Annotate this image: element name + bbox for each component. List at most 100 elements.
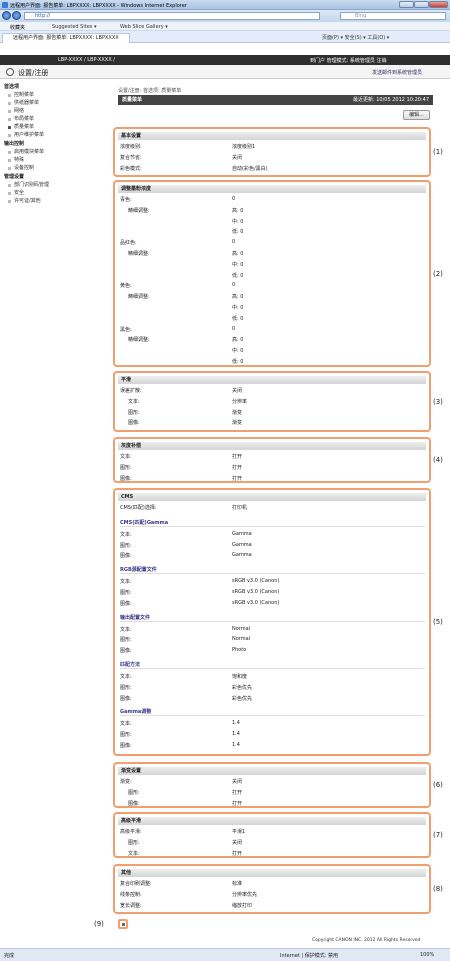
mail-admin-link[interactable]: 发送邮件到系统管理员 (372, 69, 422, 76)
sidebar-item[interactable]: 质量菜单 (4, 123, 100, 131)
setting-label: 图像: (120, 553, 132, 560)
close-button[interactable] (429, 1, 448, 8)
setting-label: 图形: (120, 732, 132, 739)
setting-value: 低: 0 (232, 315, 244, 322)
back-icon[interactable] (2, 11, 11, 20)
setting-value: 高: 0 (232, 251, 244, 257)
setting-value: 彩色优先 (232, 695, 253, 702)
setting-label: 图形: (128, 839, 140, 846)
page-header: 设置/注册 发送邮件到系统管理员 (0, 65, 450, 79)
setting-label: 文本: (120, 579, 132, 586)
edit-button[interactable]: 编辑... (403, 110, 430, 120)
zoom-level[interactable]: 100% (420, 952, 434, 958)
setting-value: 关闭 (232, 388, 243, 394)
settings-gear-icon (6, 68, 14, 76)
setting-value: 低: 0 (232, 229, 244, 236)
sidebar-item[interactable]: 控制菜单 (4, 91, 100, 99)
setting-label: 复合印刷调整: (120, 881, 152, 887)
sidebar-item[interactable]: 许可证/其他 (4, 197, 100, 205)
setting-label: 文本: (120, 531, 132, 538)
sidebar-item[interactable]: 部门识别码管理 (4, 181, 100, 189)
setting-label: 文本: (128, 398, 140, 405)
setting-label: 文本: (120, 626, 132, 633)
setting-label: 文本: (120, 674, 132, 680)
setting-label: 图形: (120, 684, 132, 691)
setting-label: 品红色: (120, 240, 137, 247)
footer: Copyright CANON INC. 2012 All Rights Res… (0, 938, 450, 946)
top-of-page-button[interactable] (118, 919, 128, 929)
sidebar-item[interactable]: 特殊 (4, 156, 100, 164)
setting-value: 打开 (232, 454, 243, 460)
page-title: 设置/注册 (18, 69, 49, 77)
settings-section: 高级平滑 (113, 812, 431, 858)
setting-value: 关闭 (232, 779, 243, 785)
sidebar-item[interactable]: 启用模块菜单 (4, 148, 100, 156)
search-input[interactable]: Bing (340, 12, 446, 20)
address-input[interactable]: http:// (24, 12, 320, 20)
setting-value: Photo (232, 647, 247, 654)
setting-label: 图像: (120, 475, 132, 482)
setting-label: 图形: (120, 637, 132, 644)
subsection-title: Gamma调整 (120, 708, 425, 717)
settings-section: 其他 (113, 864, 431, 914)
setting-label: 图形: (128, 789, 140, 796)
command-bar[interactable]: 页面(P) ▾ 安全(S) ▾ 工具(O) ▾ (322, 34, 389, 41)
setting-label: 复合节省: (120, 154, 142, 161)
setting-value: 1.4 (232, 742, 240, 748)
sidebar-item[interactable]: 供纸器菜单 (4, 99, 100, 107)
setting-value: 打印机 (232, 505, 248, 511)
setting-value: Gamma (232, 541, 252, 548)
section-title: 灰度补偿 (118, 442, 426, 450)
setting-label: 图形: (120, 590, 132, 596)
sidebar-item[interactable]: 网络 (4, 107, 100, 115)
callout-label: (4) (433, 456, 443, 464)
sidebar-item[interactable]: 设备控制 (4, 164, 100, 172)
ie-icon (2, 2, 8, 8)
setting-label: 精细调整: (128, 294, 150, 301)
setting-label: 图像: (128, 800, 140, 807)
subsection-title: 匹配方法 (120, 661, 425, 669)
fav-web-slice[interactable]: Web Slice Gallery ▾ (120, 24, 168, 30)
setting-value: 关闭 (232, 839, 243, 846)
setting-label: 文本: (120, 454, 132, 460)
maximize-button[interactable] (414, 1, 429, 8)
setting-label: 文本: (128, 850, 140, 857)
favorites-button[interactable]: 收藏夹 (10, 24, 25, 31)
status-bar: 完成 Internet | 保护模式: 禁用 100% (0, 948, 450, 961)
setting-value: 打开 (232, 800, 243, 807)
setting-label: 宽长调整: (120, 902, 142, 909)
setting-label: 图像: (120, 743, 132, 749)
setting-value: 0 (232, 239, 236, 246)
settings-section: 灰度补偿 (113, 437, 431, 483)
sidebar-item[interactable]: 安全 (4, 189, 100, 197)
settings-section: 调整墨粉浓度 (113, 180, 431, 367)
setting-value: Gamma (232, 552, 252, 559)
setting-value: 缩放打印 (232, 902, 253, 909)
browser-tab[interactable]: 远程用户界面: 报告菜单: LBPXXXX: LBPXXXX (2, 33, 130, 43)
setting-label: 图形: (120, 542, 132, 549)
sidebar-item[interactable]: 布局菜单 (4, 115, 100, 123)
model-name: LBP-XXXX / LBP-XXXX / (58, 57, 115, 63)
window-title: 远程用户界面: 报告菜单: LBPXXXX: LBPXXXX - Windows… (10, 3, 187, 9)
model-bar: LBP-XXXX / LBP-XXXX / 到门户 管理模式: 系统管理员 注销 (0, 55, 450, 65)
setting-value: 打开 (232, 464, 243, 471)
setting-value: 中: 0 (232, 261, 244, 268)
callout-label: (5) (433, 618, 443, 626)
setting-value: 关闭 (232, 154, 243, 161)
section-title: 调整墨粉浓度 (118, 185, 426, 193)
setting-value: 中: 0 (232, 348, 244, 355)
sidebar: 首选项 控制菜单 供纸器菜单 网络 布局菜单 质量菜单 用户维护菜单 输出控制 启用模块菜单 特殊… (4, 82, 100, 205)
forward-icon[interactable] (12, 11, 21, 20)
setting-label: 图像: (120, 695, 132, 702)
setting-label: 渐变: (120, 779, 132, 785)
fav-suggested-sites[interactable]: Suggested Sites ▾ (52, 24, 96, 30)
minimize-button[interactable] (399, 1, 414, 8)
setting-value: 低: 0 (232, 359, 244, 365)
setting-value: 高: 0 (232, 207, 244, 214)
sidebar-item[interactable]: 用户维护菜单 (4, 131, 100, 139)
section-title: 高级平滑 (118, 817, 426, 825)
setting-value: Normal (232, 625, 251, 632)
panel-header: 质量菜单 最近更新: 10/05 2012 10:20:47 (118, 95, 433, 105)
callout-label: (6) (433, 781, 443, 789)
portal-links[interactable]: 到门户 管理模式: 系统管理员 注销 (310, 57, 386, 64)
